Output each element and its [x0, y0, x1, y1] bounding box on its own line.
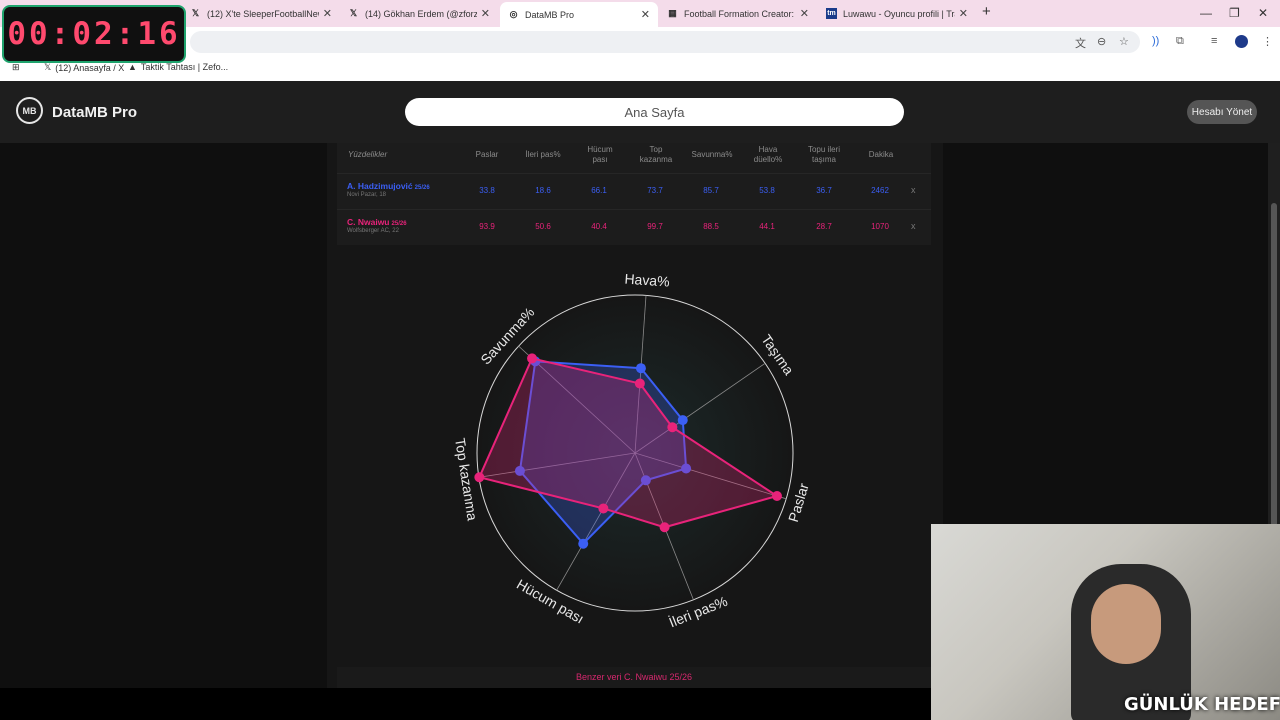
tab-title: DataMB Pro	[525, 9, 575, 20]
tactics-icon: ▲	[128, 62, 137, 72]
datamb-logo[interactable]: MB	[16, 97, 43, 124]
radar-data-point	[634, 378, 645, 389]
brand-name[interactable]: DataMB Pro	[52, 104, 137, 121]
tab-strip: 𝕏 (12) X'te SleeperFootballNews: ' ✕ 𝕏 (…	[0, 0, 1280, 27]
extension-icon[interactable]: ))	[1152, 35, 1159, 47]
tab-title: (12) X'te SleeperFootballNews: '	[207, 8, 319, 19]
datamb-icon: ◎	[509, 9, 518, 19]
radar-data-point	[474, 472, 485, 483]
star-icon[interactable]: ☆	[1119, 35, 1129, 48]
bookmark-taktik-tahtasi[interactable]: ▲ Taktik Tahtası | Zefo...	[128, 62, 228, 72]
search-input[interactable]: Ana Sayfa	[405, 98, 904, 126]
bookmark-label: (12) Anasayfa / X	[55, 62, 125, 73]
stream-timer: 00:02:16	[2, 5, 186, 63]
manage-account-button[interactable]: Hesabı Yönet	[1187, 100, 1257, 124]
restore-icon[interactable]: ❐	[1229, 6, 1240, 20]
radar-data-point	[677, 415, 688, 426]
tab-title: Football Formation Creator: Re	[684, 8, 796, 19]
address-bar[interactable]	[190, 31, 1140, 53]
tab-title: (14) Gökhan Erdem (@zforzamb	[365, 8, 477, 19]
minimize-icon[interactable]: —	[1200, 6, 1212, 20]
zoom-icon[interactable]: ⊖	[1097, 35, 1106, 48]
radar-data-point	[598, 503, 609, 514]
x-icon: 𝕏	[44, 62, 52, 72]
site-header: MB DataMB Pro Ana Sayfa Hesabı Yönet	[0, 81, 1280, 143]
bookmarks-bar: ⊞ 𝕏 (12) Anasayfa / X ▲ Taktik Tahtası |…	[0, 57, 1280, 81]
radar-data-point	[667, 422, 678, 433]
new-tab-button[interactable]: +	[982, 3, 991, 20]
tab-title: Luwawu - Oyuncu profili | Tran	[843, 8, 955, 19]
close-window-icon[interactable]: ✕	[1258, 6, 1268, 20]
profile-avatar[interactable]	[1235, 35, 1248, 48]
radar-axis-label: Hava%	[624, 271, 670, 290]
close-icon[interactable]: ✕	[800, 7, 809, 20]
radar-chart: Hava%TaşımaPaslarİleri pas%Hücum pasıTop…	[452, 271, 812, 631]
x-icon: 𝕏	[349, 8, 358, 18]
radar-data-point	[659, 522, 670, 533]
menu-icon[interactable]: ⋮	[1262, 35, 1273, 48]
comparison-panel: Yüzdelikler Paslar İleri pas% Hücum pası…	[327, 143, 943, 688]
daily-goal-label: GÜNLÜK HEDEF 6 / 15	[1124, 694, 1280, 715]
close-icon[interactable]: ✕	[481, 7, 490, 20]
tab-formation-creator[interactable]: ▦ Football Formation Creator: Re ✕	[667, 3, 817, 24]
tab-datamb-pro[interactable]: ◎ DataMB Pro ✕	[500, 2, 658, 27]
address-bar-row: 文 ⊖ ☆ )) ⧉ ≡ ⋮	[0, 27, 1280, 57]
similar-players-link[interactable]: Benzer veri C. Nwaiwu 25/26	[337, 667, 931, 688]
tab-gokhan-erdem[interactable]: 𝕏 (14) Gökhan Erdem (@zforzamb ✕	[348, 3, 498, 24]
streamer-face	[1091, 584, 1161, 664]
bookmark-anasayfa[interactable]: 𝕏 (12) Anasayfa / X	[44, 62, 124, 73]
radar-data-point	[635, 363, 646, 374]
media-icon[interactable]: ≡	[1211, 35, 1217, 47]
radar-data-point	[578, 538, 589, 549]
tab-transfermarkt[interactable]: tm Luwawu - Oyuncu profili | Tran ✕	[826, 3, 976, 24]
bookmark-label: Taktik Tahtası | Zefo...	[140, 62, 229, 72]
radar-data-point	[771, 491, 782, 502]
apps-icon[interactable]: ⊞	[12, 62, 20, 73]
x-icon: 𝕏	[191, 8, 200, 18]
transfermarkt-icon: tm	[826, 8, 837, 19]
radar-data-point	[527, 353, 538, 364]
puzzle-icon[interactable]: ⧉	[1176, 35, 1184, 48]
formation-icon: ▦	[668, 8, 677, 18]
translate-icon[interactable]: 文	[1075, 35, 1086, 51]
tab-sleeperfootball[interactable]: 𝕏 (12) X'te SleeperFootballNews: ' ✕	[190, 3, 340, 24]
webcam-overlay	[931, 524, 1280, 720]
close-icon[interactable]: ✕	[323, 7, 332, 20]
close-icon[interactable]: ✕	[641, 8, 650, 21]
close-icon[interactable]: ✕	[959, 7, 968, 20]
